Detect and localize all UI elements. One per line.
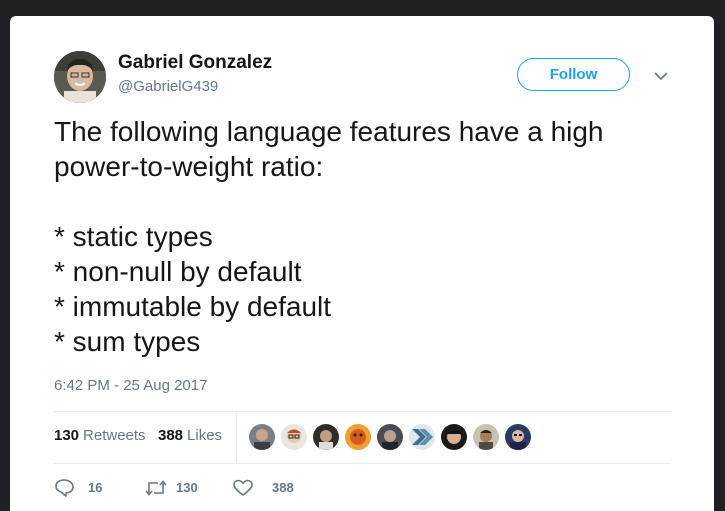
- author-name[interactable]: Gabriel Gonzalez: [118, 52, 272, 74]
- liker-avatar[interactable]: [249, 424, 275, 450]
- tweet-text: The following language features have a h…: [54, 114, 694, 359]
- liker-avatar[interactable]: [441, 424, 467, 450]
- liker-avatar[interactable]: [281, 424, 307, 450]
- follow-button[interactable]: Follow: [517, 58, 630, 91]
- tweet-card: Gabriel Gonzalez @GabrielG439 Follow The…: [10, 16, 714, 511]
- retweets-stat-label: Retweets: [83, 427, 146, 444]
- tweet-text-line: The following language features have a h…: [54, 116, 604, 147]
- like-count: 388: [272, 480, 294, 495]
- tweet-text-line: * immutable by default: [54, 291, 332, 322]
- tweet-text-line: power-to-weight ratio:: [54, 151, 324, 182]
- chevron-down-icon[interactable]: [652, 67, 670, 85]
- liker-avatar[interactable]: [313, 424, 339, 450]
- liker-avatar[interactable]: [345, 424, 371, 450]
- tweet-timestamp[interactable]: 6:42 PM - 25 Aug 2017: [54, 377, 207, 394]
- liker-avatar[interactable]: [377, 424, 403, 450]
- author-avatar[interactable]: [54, 51, 106, 103]
- liker-avatar[interactable]: [409, 424, 435, 450]
- author-handle[interactable]: @GabrielG439: [118, 78, 218, 95]
- likes-stat-label: Likes: [187, 427, 223, 444]
- liker-avatar[interactable]: [505, 424, 531, 450]
- stats-row: 130 Retweets 388 Likes: [54, 412, 671, 463]
- retweet-icon: [145, 480, 167, 496]
- likes-stat[interactable]: 388 Likes: [158, 427, 222, 444]
- tweet-text-line: * sum types: [54, 326, 201, 357]
- reply-count: 16: [88, 480, 103, 495]
- likes-stat-count: 388: [158, 427, 184, 444]
- heart-icon: [233, 479, 253, 496]
- tweet-text-line: [54, 184, 694, 219]
- retweets-stat-count: 130: [54, 427, 80, 444]
- retweets-stat[interactable]: 130 Retweets: [54, 427, 146, 444]
- stats-bottom-divider: [54, 463, 671, 464]
- reply-icon: [55, 479, 74, 497]
- retweet-count: 130: [176, 480, 198, 495]
- tweet-text-line: * static types: [54, 221, 213, 252]
- stats-separator: [236, 412, 237, 463]
- tweet-text-line: * non-null by default: [54, 256, 302, 287]
- liker-avatar[interactable]: [473, 424, 499, 450]
